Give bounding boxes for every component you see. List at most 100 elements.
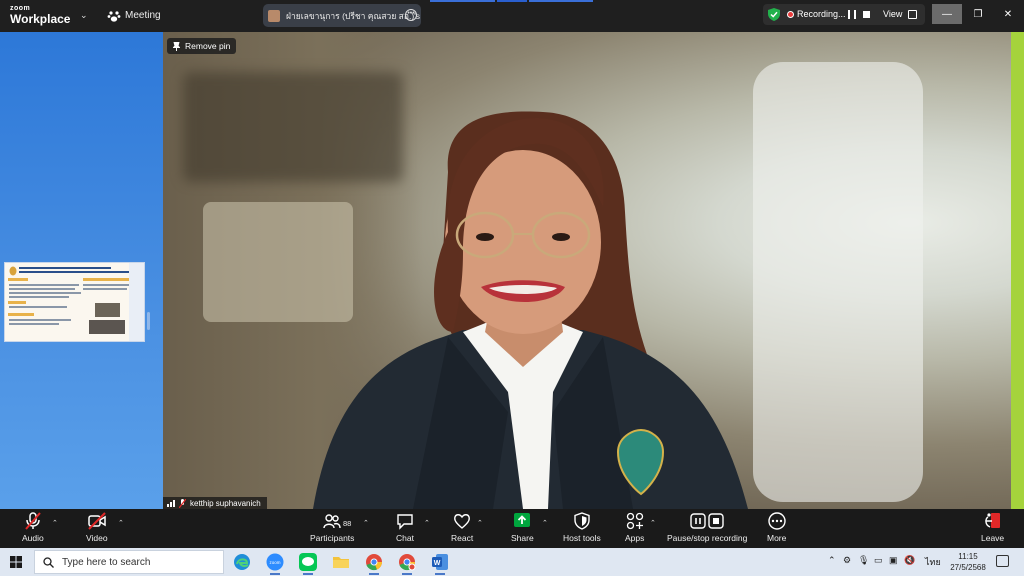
apps-icon [626, 512, 643, 530]
emblem-icon [9, 266, 17, 276]
gallery-scroll-handle[interactable] [147, 312, 150, 330]
host-tools-button[interactable]: Host tools [563, 512, 601, 543]
mic-muted-icon [179, 499, 186, 508]
apps-options-caret-icon[interactable]: ⌃ [650, 519, 656, 527]
participants-count: 88 [343, 519, 352, 528]
react-options-caret-icon[interactable]: ⌃ [477, 519, 483, 527]
video-button[interactable]: Video [86, 512, 108, 543]
tray-chevron-icon[interactable]: ⌃ [828, 555, 836, 566]
chat-options-caret-icon[interactable]: ⌃ [424, 519, 430, 527]
search-icon [43, 556, 54, 568]
recording-status: Recording... [797, 9, 846, 19]
main-video-tile[interactable] [163, 32, 1011, 509]
restore-button[interactable]: ❐ [963, 4, 993, 24]
leave-button[interactable]: Leave [981, 512, 1004, 543]
chevron-down-icon[interactable]: ⌄ [80, 10, 88, 21]
zoom-app-icon[interactable]: zoom [266, 553, 284, 571]
chat-icon [397, 514, 413, 530]
more-options-icon[interactable]: ••• [405, 9, 417, 21]
more-label: More [767, 533, 787, 543]
active-app-indicator [270, 573, 280, 575]
clock-time: 11:15 [958, 552, 978, 561]
gallery-panel [0, 32, 163, 509]
heart-icon [454, 514, 471, 529]
share-label: Share [511, 533, 534, 543]
video-off-icon [88, 512, 106, 530]
zoom-logo[interactable]: zoom Workplace [10, 5, 70, 25]
clock-date: 27/5/2568 [950, 563, 986, 572]
file-explorer-icon[interactable] [332, 553, 350, 571]
pause-recording-icon[interactable] [848, 10, 856, 19]
more-button[interactable]: More [767, 512, 786, 543]
chrome-icon[interactable] [365, 553, 383, 571]
sharer-avatar [268, 9, 280, 22]
tray-battery-icon[interactable]: ▭ [874, 555, 883, 566]
svg-text:zoom: zoom [269, 560, 280, 565]
pin-icon [173, 41, 180, 51]
tab-accent [529, 0, 593, 2]
tray-app-icon[interactable]: ⚙ [843, 555, 851, 566]
video-options-caret-icon[interactable]: ⌃ [118, 519, 124, 527]
chat-label: Chat [396, 533, 414, 543]
participant-video-feed [313, 111, 748, 509]
share-button[interactable]: Share [511, 512, 534, 543]
apps-button[interactable]: Apps [625, 512, 644, 543]
participants-label: Participants [310, 533, 355, 543]
remove-pin-label: Remove pin [185, 41, 231, 51]
logo-zoom-text: zoom [10, 5, 31, 12]
stop-recording-icon[interactable] [863, 11, 870, 18]
participants-icon [323, 514, 341, 529]
side-panel-edge [1011, 32, 1024, 509]
tray-display-icon[interactable]: ▣ [889, 555, 898, 566]
active-app-indicator [303, 573, 313, 575]
svg-text:W: W [434, 560, 441, 567]
react-button[interactable]: React [451, 512, 473, 543]
remove-pin-button[interactable]: Remove pin [167, 38, 237, 54]
view-menu[interactable]: View [883, 9, 902, 19]
taskbar-search-box[interactable]: Type here to search [34, 550, 224, 574]
leave-label: Leave [981, 533, 1005, 543]
recording-pill: Recording... View [763, 4, 925, 25]
edge-icon[interactable] [233, 553, 251, 571]
windows-taskbar: Type here to search zoom W ⌃ ⚙ 🎙 ▭ ▣ 🔇 ไ… [0, 548, 1024, 576]
pause-stop-recording-label: Pause/stop recording [667, 533, 748, 543]
chat-button[interactable]: Chat [396, 512, 414, 543]
active-app-indicator [369, 573, 379, 575]
title-bar: zoom Workplace ⌄ Meeting ฝ่ายเลขานุการ (… [0, 0, 1024, 32]
mic-muted-icon [25, 512, 41, 530]
apps-label: Apps [625, 533, 645, 543]
tray-volume-muted-icon[interactable]: 🔇 [904, 555, 915, 566]
recording-indicator-icon [787, 11, 794, 18]
share-options-caret-icon[interactable]: ⌃ [542, 519, 548, 527]
system-clock[interactable]: 11:15 27/5/2568 [948, 551, 988, 573]
leave-door-icon [984, 513, 1000, 528]
audio-button[interactable]: Audio [22, 512, 44, 543]
input-language[interactable]: ไทย [925, 555, 941, 569]
audio-label: Audio [22, 533, 44, 543]
minimize-button[interactable]: — [932, 4, 962, 24]
screen-share-pill[interactable]: ฝ่ายเลขานุการ (ปรีชา คุณสวย สอ.)'s ••• [263, 4, 421, 27]
signal-strength-icon [167, 500, 175, 507]
close-button[interactable]: ✕ [993, 4, 1023, 24]
participant-name: ketthip suphavanich [190, 499, 261, 508]
line-app-icon[interactable] [299, 553, 317, 571]
tab-accent [430, 0, 495, 2]
participants-options-caret-icon[interactable]: ⌃ [363, 519, 369, 527]
security-shield-icon[interactable] [768, 8, 780, 21]
active-app-indicator [402, 573, 412, 575]
active-app-indicator [435, 573, 445, 575]
pause-stop-recording-button[interactable]: Pause/stop recording [667, 512, 747, 543]
meeting-menu[interactable]: Meeting [125, 10, 161, 21]
shared-screen-thumbnail[interactable] [4, 262, 145, 342]
word-icon[interactable]: W [431, 553, 449, 571]
windows-start-icon[interactable] [10, 556, 22, 568]
notifications-icon[interactable] [996, 555, 1009, 567]
view-layout-icon[interactable] [908, 10, 917, 19]
share-screen-icon [514, 513, 531, 527]
host-shield-icon [574, 512, 590, 530]
chrome-profile-icon[interactable] [398, 553, 416, 571]
tray-mic-icon[interactable]: 🎙 [858, 555, 869, 566]
audio-options-caret-icon[interactable]: ⌃ [52, 519, 58, 527]
paw-icon[interactable] [107, 9, 121, 23]
video-label: Video [86, 533, 108, 543]
